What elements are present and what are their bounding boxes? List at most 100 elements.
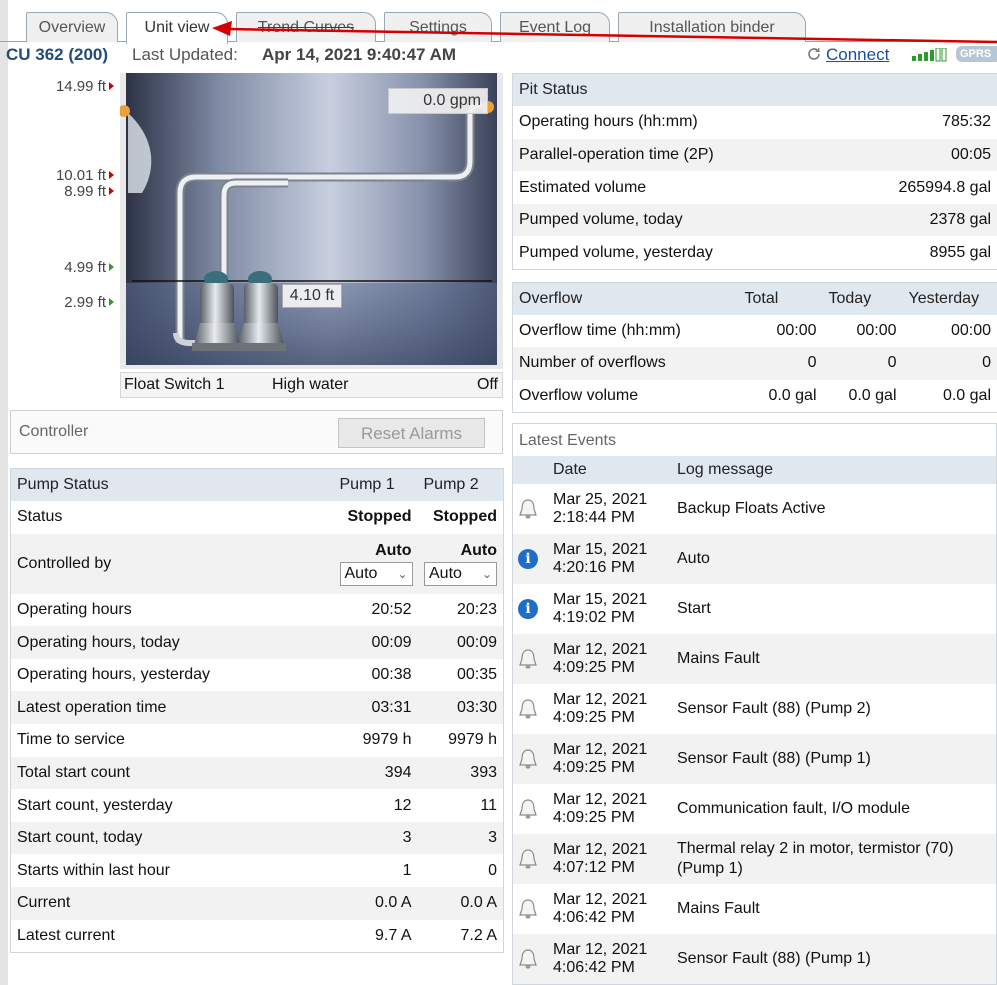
pump-1-value: 00:38: [371, 666, 412, 684]
total-value: 00:00: [776, 322, 817, 340]
row-label: Number of overflows: [519, 354, 666, 372]
bell-icon: [519, 749, 537, 769]
event-message: Communication fault, I/O module: [677, 800, 910, 817]
pit-graphic: [120, 73, 503, 369]
row-label: Estimated volume: [519, 178, 647, 196]
tab-unit-view-label: Unit view: [144, 19, 210, 36]
row-label: Latest current: [17, 926, 115, 944]
pit-status-header: Pit Status: [519, 81, 588, 99]
float-switch-row: Float Switch 1 High water Off: [120, 372, 503, 398]
overflow-header: Overflow: [519, 289, 583, 307]
yesterday-header: Yesterday: [908, 289, 980, 307]
pump-1-status: Stopped: [347, 508, 412, 526]
event-time: 4:19:02 PM: [553, 609, 635, 626]
pump-2-header: Pump 2: [423, 476, 479, 494]
level-marker: 4.99 ft: [64, 259, 114, 276]
event-row: Mar 12, 2021 4:06:42 PM Mains Fault: [513, 884, 996, 934]
event-date: Mar 25, 2021: [553, 491, 648, 508]
pump-2-status: Stopped: [433, 508, 497, 526]
table-row: Operating hours (hh:mm) 785:32: [512, 106, 997, 139]
event-date: Mar 12, 2021: [553, 691, 648, 708]
tab-unit-view[interactable]: Unit view: [126, 12, 228, 44]
pump-2-value: 11: [480, 796, 497, 814]
pump-2-value: 3: [488, 829, 497, 847]
row-value: 8955 gal: [929, 243, 992, 261]
bell-icon: [519, 799, 537, 819]
tab-overview-label: Overview: [38, 19, 106, 36]
row-label: Start count, today: [17, 829, 143, 847]
float-switch-state: Off: [476, 376, 498, 393]
pump-1-mode-select[interactable]: Auto ⌄: [339, 561, 413, 586]
table-header-row: Pit Status: [512, 73, 997, 107]
pump-status-header: Pump Status: [17, 476, 109, 494]
row-label: Operating hours: [17, 600, 132, 618]
row-label: Starts within last hour: [17, 861, 170, 879]
event-row: Mar 12, 2021 4:06:42 PM Sensor Fault (88)…: [513, 934, 996, 984]
pump-1-value: 0.0 A: [375, 894, 412, 912]
table-row: Time to service 9979 h 9979 h: [10, 724, 504, 757]
event-date: Mar 12, 2021: [553, 841, 648, 858]
pit-illustration: [120, 73, 503, 369]
reset-alarms-button[interactable]: Reset Alarms: [338, 418, 485, 448]
event-row: Mar 12, 2021 4:07:12 PM Thermal relay 2 i…: [513, 834, 996, 884]
table-row: Operating hours, today 00:09 00:09: [10, 626, 504, 659]
ok-arrow-icon: [109, 298, 114, 306]
table-row: Number of overflows 0 0 0: [512, 347, 997, 380]
pump-1-value: 20:52: [371, 600, 412, 618]
tab-settings-label: Settings: [409, 19, 467, 36]
float-switch-level: High water: [272, 376, 349, 393]
row-label: Pumped volume, today: [519, 211, 683, 229]
event-row: Mar 12, 2021 4:09:25 PM Sensor Fault (88)…: [513, 734, 996, 784]
table-row: Pumped volume, yesterday 8955 gal: [512, 236, 997, 270]
tab-trend-curves[interactable]: Trend Curves: [236, 12, 376, 42]
connect-link[interactable]: Connect: [826, 45, 889, 65]
tab-installation-binder[interactable]: Installation binder: [618, 12, 806, 42]
tab-installation-binder-label: Installation binder: [649, 19, 775, 36]
pump-2-mode-select[interactable]: Auto ⌄: [424, 561, 497, 586]
level-marker: 10.01 ft: [56, 167, 114, 184]
info-icon: i: [518, 549, 538, 569]
signal-strength-icon: [912, 48, 947, 62]
table-row: Current 0.0 A 0.0 A: [10, 887, 504, 920]
table-row: Starts within last hour 1 0: [10, 854, 504, 888]
row-value: 265994.8 gal: [898, 178, 992, 196]
table-row: Operating hours, yesterday 00:38 00:35: [10, 658, 504, 692]
event-date: Mar 12, 2021: [553, 941, 648, 958]
table-row: Latest operation time 03:31 03:30: [10, 691, 504, 725]
event-date: Mar 12, 2021: [553, 641, 648, 658]
pump-1-value: 1: [402, 861, 412, 879]
pump-2-value: 0.0 A: [460, 894, 497, 912]
row-label: Current: [17, 894, 71, 912]
event-date: Mar 15, 2021: [553, 541, 648, 558]
pump-2-value: 7.2 A: [460, 926, 497, 944]
table-row: Status Stopped Stopped: [10, 501, 504, 534]
event-time: 4:09:25 PM: [553, 809, 635, 826]
tab-overview[interactable]: Overview: [26, 12, 118, 42]
tab-settings[interactable]: Settings: [384, 12, 492, 42]
level-marker: 2.99 ft: [64, 294, 114, 311]
pump-1-value: 9.7 A: [375, 926, 412, 944]
pump-1-value: 03:31: [371, 698, 412, 716]
event-row: Mar 12, 2021 4:09:25 PM Communication fau…: [513, 784, 996, 834]
event-date: Mar 12, 2021: [553, 891, 648, 908]
bell-icon: [519, 849, 537, 869]
refresh-icon[interactable]: [806, 46, 822, 62]
row-label: Operating hours, yesterday: [17, 666, 210, 684]
event-message: Auto: [677, 550, 710, 567]
pump-2-value: 20:23: [456, 600, 497, 618]
total-value: 0.0 gal: [768, 386, 817, 404]
event-time: 4:09:25 PM: [553, 709, 635, 726]
yesterday-value: 0.0 gal: [942, 386, 991, 404]
info-icon: i: [518, 599, 538, 619]
event-message: Backup Floats Active: [677, 500, 826, 517]
table-row: Parallel-operation time (2P) 00:05: [512, 138, 997, 172]
tab-event-log[interactable]: Event Log: [500, 12, 610, 42]
row-label: Overflow time (hh:mm): [519, 322, 681, 340]
level-readout: 4.10 ft: [282, 284, 342, 308]
row-label: Pumped volume, yesterday: [519, 243, 713, 261]
row-label: Controlled by: [17, 554, 112, 572]
controller-panel: Controller Reset Alarms: [10, 410, 503, 454]
table-row: Overflow time (hh:mm) 00:00 00:00 00:00: [512, 314, 997, 348]
event-time: 4:09:25 PM: [553, 659, 635, 676]
alarm-arrow-icon: [109, 82, 114, 90]
